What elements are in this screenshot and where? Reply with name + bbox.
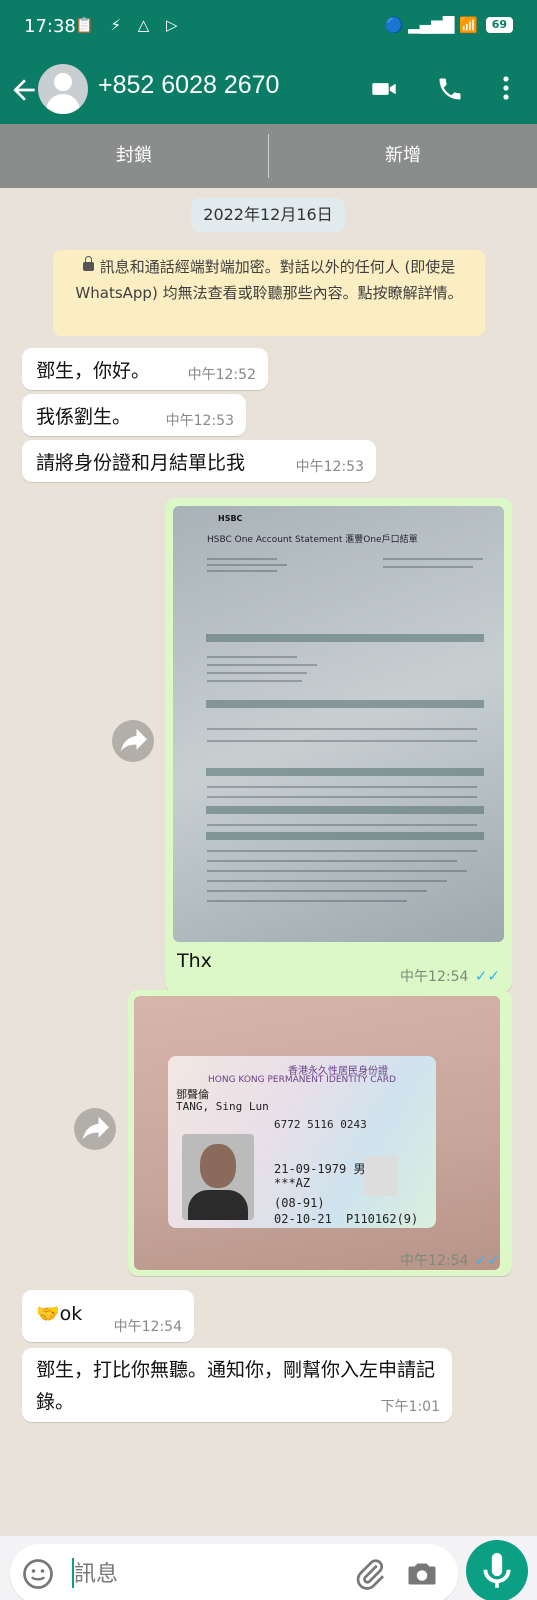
voice-call-icon[interactable]: [436, 74, 464, 104]
id-code: ***AZ: [274, 1176, 311, 1190]
video-call-icon[interactable]: [370, 74, 398, 104]
statement-title: HSBC One Account Statement 滙豐One戶口結單: [207, 535, 418, 545]
message-time-status: 中午12:54 ✓✓: [400, 1250, 500, 1270]
outgoing-image-message[interactable]: 香港永久性居民身份證 HONG KONG PERMANENT IDENTITY …: [128, 990, 512, 1276]
attach-icon[interactable]: [352, 1556, 388, 1592]
incoming-message[interactable]: 鄧生，打比你無聽。通知你，剛幫你入左申請記錄。 下午1:01: [22, 1348, 452, 1422]
encryption-text: 訊息和通話經端對端加密。對話以外的任何人 (即使是 WhatsApp) 均無法查…: [75, 258, 463, 302]
emoji-icon[interactable]: [20, 1556, 56, 1592]
message-time: 中午12:54: [113, 1319, 182, 1335]
outgoing-image-message[interactable]: HSBC HSBC One Account Statement 滙豐One戶口結…: [165, 498, 512, 992]
message-time: 中午12:53: [295, 459, 364, 475]
contact-name[interactable]: +852 6028 2670: [98, 71, 279, 100]
hsbc-logo: HSBC: [218, 514, 243, 523]
message-placeholder: 訊息: [74, 1562, 119, 1587]
id-issue: (08-91): [274, 1196, 325, 1210]
forward-button[interactable]: [112, 720, 154, 762]
camera-icon[interactable]: [404, 1556, 440, 1592]
incoming-message[interactable]: 請將身份證和月結單比我 中午12:53: [22, 440, 376, 482]
read-ticks-icon: ✓✓: [474, 967, 500, 985]
message-text: 🤝ok: [36, 1303, 83, 1325]
id-issue-date: 02-10-21: [274, 1212, 332, 1226]
signal-icons: 🔵 ▂▄▆█ 📶: [384, 16, 478, 34]
message-text: 我係劉生。: [36, 406, 132, 428]
image-caption: Thx: [177, 950, 212, 972]
encryption-notice[interactable]: 訊息和通話經端對端加密。對話以外的任何人 (即使是 WhatsApp) 均無法查…: [53, 250, 485, 336]
chat-header: +852 6028 2670: [0, 56, 537, 124]
statement-image[interactable]: HSBC HSBC One Account Statement 滙豐One戶口結…: [173, 506, 504, 942]
incoming-message[interactable]: 我係劉生。 中午12:53: [22, 394, 246, 436]
chat-area[interactable]: 2022年12月16日 訊息和通話經端對端加密。對話以外的任何人 (即使是 Wh…: [0, 188, 537, 1536]
message-time: 下午1:01: [380, 1399, 440, 1415]
message-text: 鄧生，打比你無聽。通知你，剛幫你入左申請記錄。: [36, 1359, 436, 1413]
battery-icon: 69: [485, 17, 513, 33]
message-time: 中午12:53: [165, 413, 234, 429]
message-time: 中午12:54: [400, 969, 469, 985]
add-contact-button[interactable]: 新增: [269, 124, 537, 188]
id-card: 香港永久性居民身份證 HONG KONG PERMANENT IDENTITY …: [168, 1056, 436, 1228]
id-card-image[interactable]: 香港永久性居民身份證 HONG KONG PERMANENT IDENTITY …: [134, 996, 500, 1270]
status-notification-icons: 📋 ⚡ △ ▷: [75, 16, 184, 34]
id-photo-small: [364, 1156, 398, 1196]
forward-icon: [120, 728, 147, 752]
message-text: 請將身份證和月結單比我: [36, 452, 246, 474]
id-name-en: TANG, Sing Lun: [176, 1100, 269, 1113]
mic-button[interactable]: [466, 1540, 528, 1600]
status-right: 🔵 ▂▄▆█ 📶 69: [385, 16, 513, 34]
id-hkid: P110162(9): [346, 1212, 419, 1226]
status-time: 17:38: [24, 16, 76, 37]
more-options-icon[interactable]: [496, 72, 516, 104]
message-time: 中午12:52: [187, 367, 256, 383]
mic-icon: [483, 1552, 511, 1588]
message-text: 鄧生，你好。: [36, 360, 151, 382]
id-number: 6772 5116 0243: [274, 1118, 367, 1131]
read-ticks-icon: ✓✓: [474, 1251, 500, 1269]
id-title-en: HONG KONG PERMANENT IDENTITY CARD: [208, 1075, 396, 1085]
message-input[interactable]: 訊息: [10, 1544, 458, 1600]
date-chip: 2022年12月16日: [191, 198, 345, 232]
forward-icon: [82, 1116, 109, 1140]
status-bar: 17:38 📋 ⚡ △ ▷ 🔵 ▂▄▆█ 📶 69: [0, 0, 537, 56]
back-arrow-icon[interactable]: [8, 72, 40, 108]
unknown-contact-actions: 封鎖 新增: [0, 124, 537, 188]
contact-avatar[interactable]: [38, 64, 88, 114]
incoming-message[interactable]: 🤝ok 中午12:54: [22, 1290, 194, 1342]
composer-bar: 訊息: [0, 1536, 537, 1600]
block-button[interactable]: 封鎖: [0, 124, 268, 188]
message-time: 中午12:54: [400, 1253, 469, 1269]
message-time-status: 中午12:54 ✓✓: [400, 966, 500, 986]
forward-button[interactable]: [74, 1108, 116, 1150]
id-photo: [182, 1134, 254, 1220]
incoming-message[interactable]: 鄧生，你好。 中午12:52: [22, 348, 268, 390]
lock-icon: [82, 256, 94, 271]
